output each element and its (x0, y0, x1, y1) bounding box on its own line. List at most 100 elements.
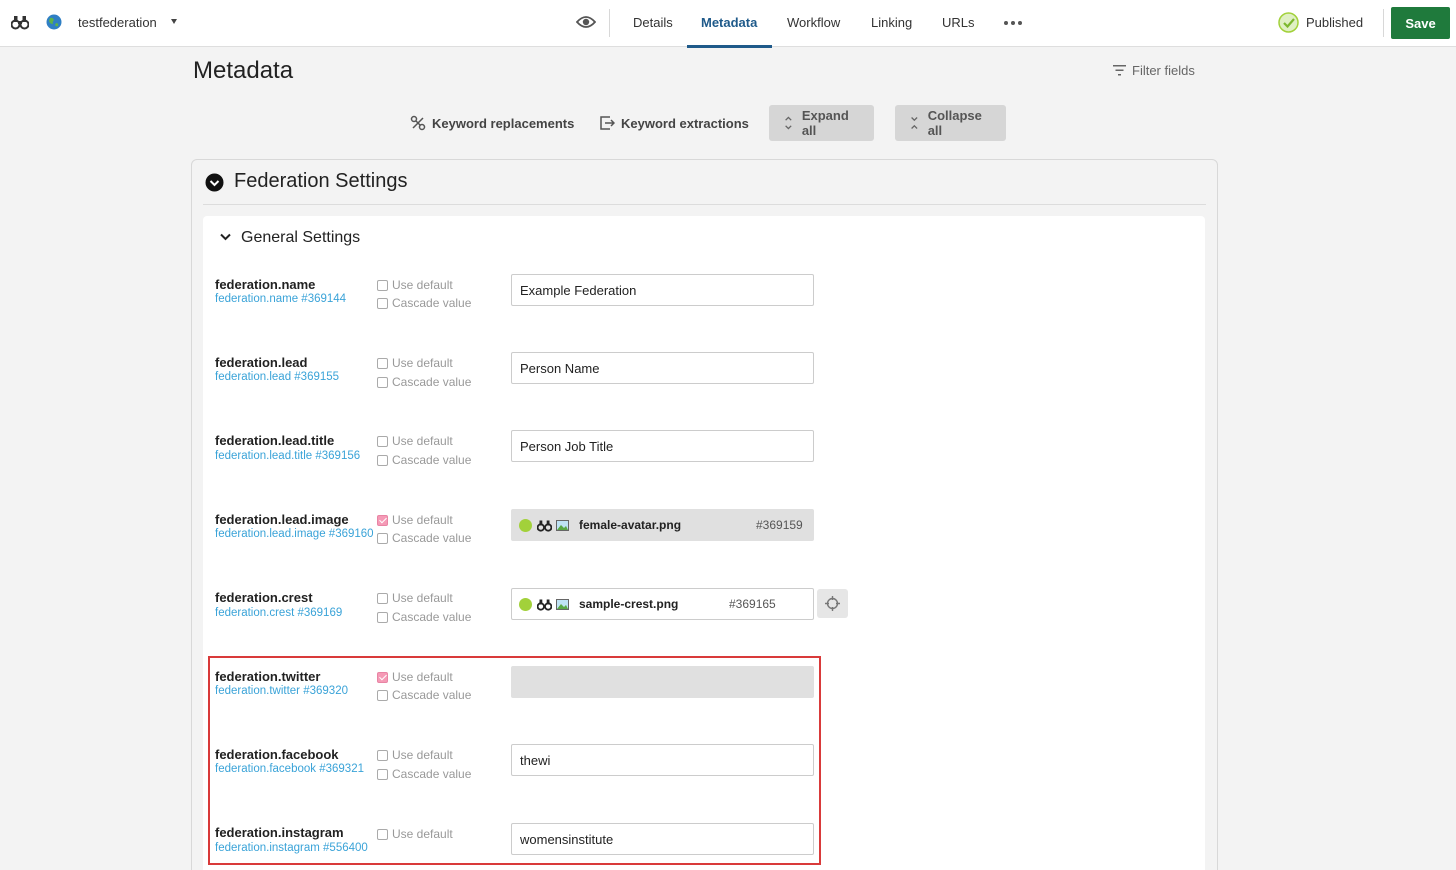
field-name: federation.crest (215, 590, 313, 605)
asset-id: #369165 (729, 597, 776, 611)
image-icon (556, 598, 569, 610)
checkbox-label: Cascade value (392, 531, 472, 545)
binoculars-icon[interactable] (537, 519, 552, 532)
top-bar: testfederation Details Metadata Workflow… (0, 0, 1456, 48)
chevron-down-icon[interactable] (219, 232, 232, 242)
cascade-value-checkbox[interactable]: Cascade value (377, 531, 471, 545)
tab-workflow[interactable]: Workflow (787, 15, 840, 30)
use-default-checkbox[interactable]: Use default (377, 513, 453, 527)
cascade-value-checkbox[interactable]: Cascade value (377, 453, 471, 467)
checkbox-box[interactable] (377, 357, 388, 369)
checkbox-label: Cascade value (392, 375, 472, 389)
expand-icon (785, 116, 792, 130)
checkbox-label: Use default (392, 513, 453, 527)
filter-icon (1113, 65, 1126, 76)
field-id-link[interactable]: federation.twitter #369320 (215, 685, 348, 697)
export-icon (600, 116, 615, 130)
checkbox-box[interactable] (377, 592, 388, 604)
binoculars-icon[interactable] (537, 598, 552, 611)
federation-lead-input[interactable] (511, 352, 814, 384)
checkbox-box[interactable] (377, 671, 388, 683)
federation-instagram-input[interactable] (511, 823, 814, 855)
group-title[interactable]: General Settings (241, 229, 360, 247)
filter-fields-button[interactable]: Filter fields (1113, 63, 1195, 78)
checkbox-box[interactable] (377, 768, 388, 780)
tab-details[interactable]: Details (633, 15, 673, 30)
field-id-link[interactable]: federation.lead.title #369156 (215, 450, 360, 462)
checkbox-box[interactable] (377, 435, 388, 447)
field-id-link[interactable]: federation.facebook #369321 (215, 763, 364, 775)
use-default-checkbox[interactable]: Use default (377, 356, 453, 370)
save-button[interactable]: Save (1391, 7, 1450, 39)
checkbox-box[interactable] (377, 749, 388, 761)
checkbox-label: Use default (392, 356, 453, 370)
checkbox-box[interactable] (377, 297, 388, 309)
divider (1383, 9, 1384, 37)
asset-filename: sample-crest.png (579, 597, 679, 611)
checkbox-box[interactable] (377, 514, 388, 526)
asset-filename: female-avatar.png (579, 518, 682, 532)
crosshair-icon (825, 596, 840, 611)
chevron-circle-down-icon[interactable] (205, 173, 224, 192)
section-title[interactable]: Federation Settings (234, 170, 407, 193)
keyword-replace-icon (410, 115, 426, 131)
field-id-link[interactable]: federation.instagram #556400 (215, 842, 368, 854)
collapse-icon (911, 117, 918, 129)
checkbox-box[interactable] (377, 454, 388, 466)
use-default-checkbox[interactable]: Use default (377, 278, 453, 292)
cascade-value-checkbox[interactable]: Cascade value (377, 767, 471, 781)
field-name: federation.facebook (215, 747, 339, 762)
checkbox-box[interactable] (377, 828, 388, 840)
checkbox-box[interactable] (377, 532, 388, 544)
tab-metadata[interactable]: Metadata (701, 15, 757, 30)
field-name: federation.lead.title (215, 433, 335, 448)
use-default-checkbox[interactable]: Use default (377, 670, 453, 684)
federation-lead-title-input[interactable] (511, 430, 814, 462)
checkbox-label: Cascade value (392, 688, 472, 702)
divider (609, 9, 610, 37)
keyword-replacements-button[interactable]: Keyword replacements (410, 105, 574, 141)
cascade-value-checkbox[interactable]: Cascade value (377, 610, 471, 624)
active-tab-indicator (687, 45, 772, 48)
checkbox-box[interactable] (377, 611, 388, 623)
use-default-checkbox[interactable]: Use default (377, 591, 453, 605)
cascade-value-checkbox[interactable]: Cascade value (377, 375, 471, 389)
field-id-link[interactable]: federation.lead.image #369160 (215, 528, 374, 540)
lead-image-asset-field[interactable]: female-avatar.png #369159 (511, 509, 814, 541)
field-id-link[interactable]: federation.crest #369169 (215, 607, 342, 619)
status-badge: Published (1306, 15, 1364, 30)
collapse-all-button[interactable]: Collapse all (895, 105, 1006, 141)
chevron-down-icon[interactable] (171, 19, 177, 24)
crest-asset-field[interactable]: sample-crest.png #369165 (511, 588, 814, 620)
federation-name-input[interactable] (511, 274, 814, 306)
image-icon (556, 519, 569, 531)
checkbox-label: Use default (392, 748, 453, 762)
use-default-checkbox[interactable]: Use default (377, 748, 453, 762)
field-id-link[interactable]: federation.lead #369155 (215, 371, 339, 383)
federation-twitter-input[interactable] (511, 666, 814, 698)
checkbox-label: Cascade value (392, 453, 472, 467)
checkbox-label: Cascade value (392, 767, 472, 781)
use-default-checkbox[interactable]: Use default (377, 434, 453, 448)
eye-icon[interactable] (576, 14, 596, 30)
more-icon[interactable] (1004, 21, 1022, 25)
collapse-all-label: Collapse all (927, 108, 982, 138)
binoculars-icon[interactable] (11, 14, 29, 30)
select-asset-button[interactable] (817, 589, 848, 618)
expand-all-button[interactable]: Expand all (769, 105, 874, 141)
use-default-checkbox[interactable]: Use default (377, 827, 453, 841)
checkbox-label: Use default (392, 278, 453, 292)
field-id-link[interactable]: federation.name #369144 (215, 293, 346, 305)
federation-facebook-input[interactable] (511, 744, 814, 776)
cascade-value-checkbox[interactable]: Cascade value (377, 688, 471, 702)
site-name[interactable]: testfederation (78, 15, 157, 30)
checkbox-box[interactable] (377, 689, 388, 701)
checkbox-box[interactable] (377, 376, 388, 388)
tab-linking[interactable]: Linking (871, 15, 912, 30)
cascade-value-checkbox[interactable]: Cascade value (377, 296, 471, 310)
tab-urls[interactable]: URLs (942, 15, 975, 30)
checkbox-box[interactable] (377, 279, 388, 291)
filter-fields-label: Filter fields (1132, 63, 1195, 78)
expand-all-label: Expand all (801, 108, 849, 138)
keyword-extractions-button[interactable]: Keyword extractions (599, 105, 749, 141)
